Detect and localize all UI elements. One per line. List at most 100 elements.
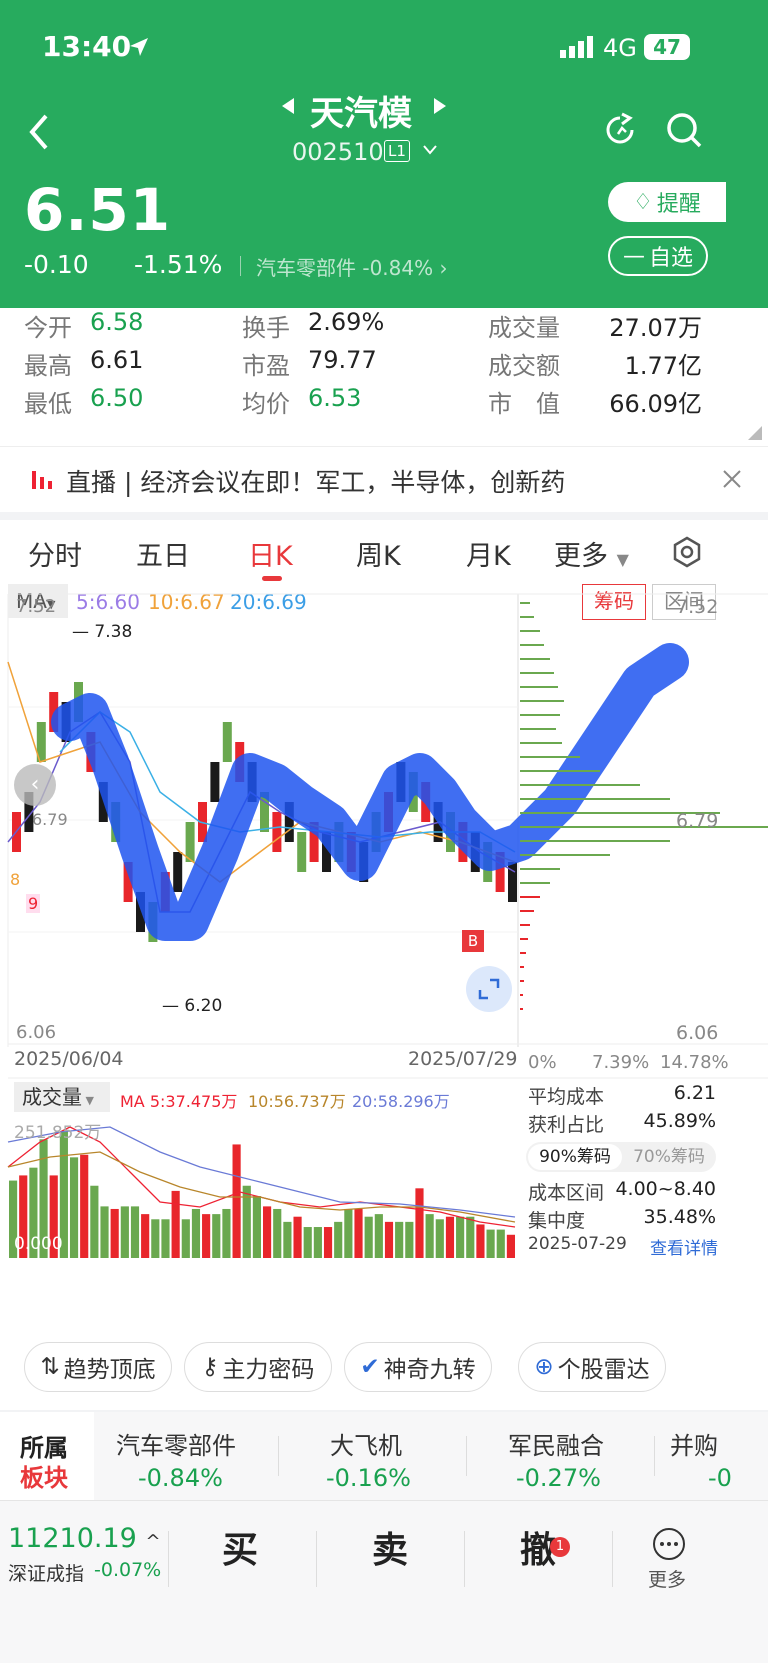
live-icon: [32, 471, 52, 489]
view-detail-link[interactable]: 查看详情: [650, 1234, 718, 1259]
candle: [297, 832, 307, 872]
sector-item-pct: -0.84%: [138, 1464, 223, 1492]
refresh-icon[interactable]: [600, 110, 640, 150]
bell-icon: ♢: [633, 189, 653, 215]
sector-item-pct: -0.27%: [516, 1464, 601, 1492]
chip-bar: [520, 994, 523, 996]
volume-bar: [466, 1216, 475, 1258]
nine-turn-button[interactable]: ✔ 神奇九转: [344, 1342, 492, 1392]
chevron-down-icon[interactable]: [422, 144, 438, 156]
next-stock-icon[interactable]: [432, 96, 448, 116]
chip-bar: [520, 784, 640, 786]
left-marker-9: 9: [26, 894, 41, 913]
chip-bar: [520, 952, 526, 954]
chip-bar: [520, 826, 768, 828]
chips-date: 2025-07-29: [528, 1234, 627, 1254]
vol-zero: 0.000: [14, 1234, 63, 1254]
candle: [173, 852, 183, 892]
sector-item-name[interactable]: 军民融合: [508, 1426, 604, 1461]
profit-value: 45.89%: [643, 1110, 716, 1132]
volume-bar: [141, 1214, 150, 1258]
volume-bar: [151, 1219, 160, 1258]
sector-list: 汽车零部件 -0.84% 大飞机 -0.16% 军民融合 -0.27% 并购 -…: [94, 1412, 768, 1502]
notification-badge: 1: [550, 1537, 570, 1557]
chips-top-price: 7.52: [676, 596, 719, 618]
tab-monthly-k[interactable]: 月K: [466, 534, 511, 573]
buy-button[interactable]: 买: [222, 1521, 258, 1573]
sector-item-name[interactable]: 并购: [670, 1426, 718, 1461]
vol-ma10: 10:56.737万: [248, 1092, 346, 1111]
sector-item-name[interactable]: 汽车零部件: [116, 1426, 236, 1461]
sell-button[interactable]: 卖: [372, 1521, 408, 1573]
index-value[interactable]: 11210.19 ^: [8, 1523, 161, 1554]
prev-stock-icon[interactable]: [280, 96, 296, 116]
chips-70-tab[interactable]: 70%筹码: [626, 1144, 712, 1170]
scroll-left-button[interactable]: ‹: [14, 764, 56, 806]
volume-bar: [263, 1206, 272, 1258]
fullscreen-button[interactable]: [466, 966, 512, 1012]
stock-radar-button[interactable]: ⊕ 个股雷达: [518, 1342, 666, 1392]
volume-bar: [364, 1216, 373, 1258]
divider: [316, 1531, 317, 1587]
more-label[interactable]: 更多: [648, 1565, 686, 1592]
chart-area: MA▼ 5:6.60 10:6.67 20:6.69 筹码 区间 7.52 6.…: [0, 582, 768, 1330]
level-badge[interactable]: L1: [384, 140, 410, 162]
volume-bar: [323, 1227, 333, 1258]
volume-bar: [344, 1208, 353, 1258]
chips-90-tab[interactable]: 90%筹码: [528, 1144, 622, 1170]
volume-bar: [212, 1214, 221, 1258]
search-icon[interactable]: [664, 110, 704, 150]
volume-selector[interactable]: 成交量 ▼: [14, 1082, 110, 1112]
vol-max: 251.852万: [14, 1123, 102, 1143]
stat-label: 市盈: [242, 352, 290, 380]
volume-bar: [222, 1208, 231, 1258]
close-icon[interactable]: [722, 469, 742, 489]
buy-signal-marker[interactable]: B: [462, 930, 484, 952]
tab-more[interactable]: 更多 ▼: [554, 534, 629, 573]
divider: [278, 1436, 279, 1476]
volume-bar: [191, 1208, 201, 1258]
volume-bar: [476, 1224, 485, 1258]
sector-item-name[interactable]: 大飞机: [330, 1426, 402, 1461]
tab-intraday[interactable]: 分时: [28, 534, 82, 573]
chip-bar: [520, 938, 528, 940]
candle: [222, 722, 232, 762]
chip-bar: [520, 686, 558, 688]
stat-value: 2.69%: [308, 308, 385, 336]
stat-value: 1.77亿: [624, 352, 702, 380]
back-arrow-icon[interactable]: [26, 112, 50, 152]
sector-title-2: 板块: [20, 1464, 68, 1492]
kline-top-price: 7.52: [16, 596, 57, 617]
more-icon[interactable]: [652, 1527, 686, 1561]
volume-bar: [80, 1154, 89, 1258]
volume-bar: [384, 1221, 394, 1258]
watchlist-button[interactable]: — 自选: [608, 236, 708, 276]
volume-bars: [9, 1131, 515, 1258]
sector-link[interactable]: 汽车零部件 -0.84% ›: [256, 252, 447, 281]
expand-corner-icon[interactable]: [748, 426, 762, 440]
tab-weekly-k[interactable]: 周K: [356, 534, 401, 573]
trend-tool-button[interactable]: ⇅ 趋势顶底: [24, 1342, 172, 1392]
news-banner[interactable]: 直播 | 经济会议在即！军工，半导体，创新药: [0, 446, 768, 512]
volume-bar: [445, 1216, 455, 1258]
sector-item-pct: -0.16%: [326, 1464, 411, 1492]
stat-value: 6.50: [90, 384, 144, 412]
tab-daily-k[interactable]: 日K: [248, 534, 293, 573]
divider: [240, 256, 241, 276]
volume-bar: [171, 1190, 180, 1258]
chips-bottom-price: 6.06: [676, 1022, 719, 1044]
remind-button[interactable]: ♢ 提醒: [608, 182, 726, 222]
chip-bar: [520, 798, 670, 800]
tab-five-day[interactable]: 五日: [136, 534, 190, 573]
main-code-button[interactable]: ⚷ 主力密码: [184, 1342, 332, 1392]
avg-cost-value: 6.21: [673, 1082, 716, 1104]
chip-bar: [520, 700, 564, 702]
stock-name: 天汽模: [310, 94, 412, 134]
active-tab-indicator: [262, 576, 282, 581]
chips-axis-2: 14.78%: [660, 1052, 729, 1073]
vol-ma20: 20:58.296万: [352, 1092, 450, 1111]
divider: [612, 1531, 613, 1587]
stat-value: 6.58: [90, 308, 144, 336]
settings-icon[interactable]: [672, 536, 702, 568]
chip-bar: [520, 910, 534, 912]
